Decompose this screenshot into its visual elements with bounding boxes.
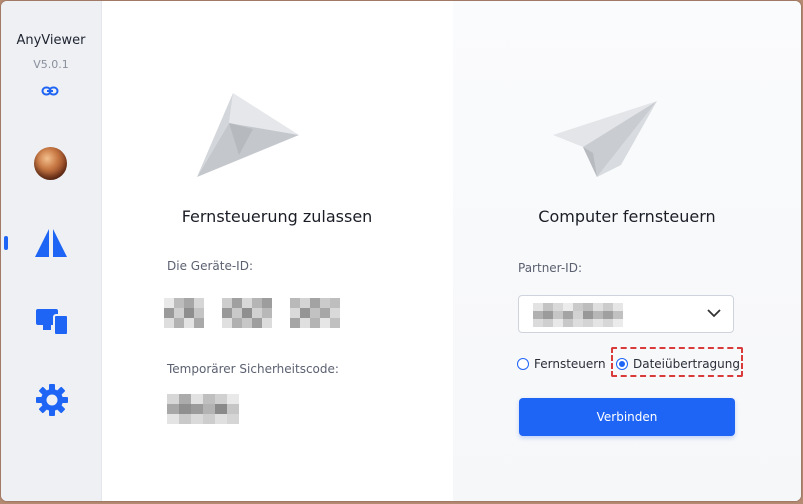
security-code-label: Temporärer Sicherheitscode: xyxy=(167,362,339,376)
devices-icon[interactable] xyxy=(35,306,69,336)
active-nav-indicator xyxy=(4,236,8,250)
paper-plane-illustration xyxy=(553,101,657,177)
file-transfer-highlight xyxy=(611,347,743,377)
device-id-label: Die Geräte-ID: xyxy=(167,259,253,273)
chevron-down-icon[interactable] xyxy=(707,308,721,318)
allow-remote-title: Fernsteuerung zulassen xyxy=(181,207,373,226)
radio-remote-control-label: Fernsteuern xyxy=(534,357,606,371)
paper-plane-illustration xyxy=(197,93,299,177)
app-window: AnyViewer V5.0.1 Fernsteuerung zulassen … xyxy=(1,1,801,501)
partner-id-value-redacted xyxy=(533,303,623,327)
partner-id-combobox[interactable] xyxy=(518,295,734,333)
app-name: AnyViewer xyxy=(16,33,86,48)
link-icon[interactable] xyxy=(41,82,59,100)
avatar[interactable] xyxy=(34,147,67,180)
device-id-value-redacted xyxy=(164,298,340,328)
sidebar: AnyViewer V5.0.1 xyxy=(1,1,102,501)
settings-gear-icon[interactable] xyxy=(35,383,69,417)
radio-remote-control[interactable]: Fernsteuern xyxy=(517,354,606,374)
allow-remote-panel: Fernsteuerung zulassen Die Geräte-ID: Te… xyxy=(101,1,453,501)
remote-control-icon[interactable] xyxy=(34,226,68,260)
control-computer-panel: Computer fernsteuern Partner-ID: Fernste… xyxy=(453,1,801,501)
partner-id-label: Partner-ID: xyxy=(518,261,582,275)
security-code-value-redacted xyxy=(167,394,239,424)
connect-button[interactable]: Verbinden xyxy=(519,398,735,436)
radio-remote-control-circle[interactable] xyxy=(517,358,529,370)
control-computer-title: Computer fernsteuern xyxy=(538,207,716,226)
app-version: V5.0.1 xyxy=(33,58,69,71)
